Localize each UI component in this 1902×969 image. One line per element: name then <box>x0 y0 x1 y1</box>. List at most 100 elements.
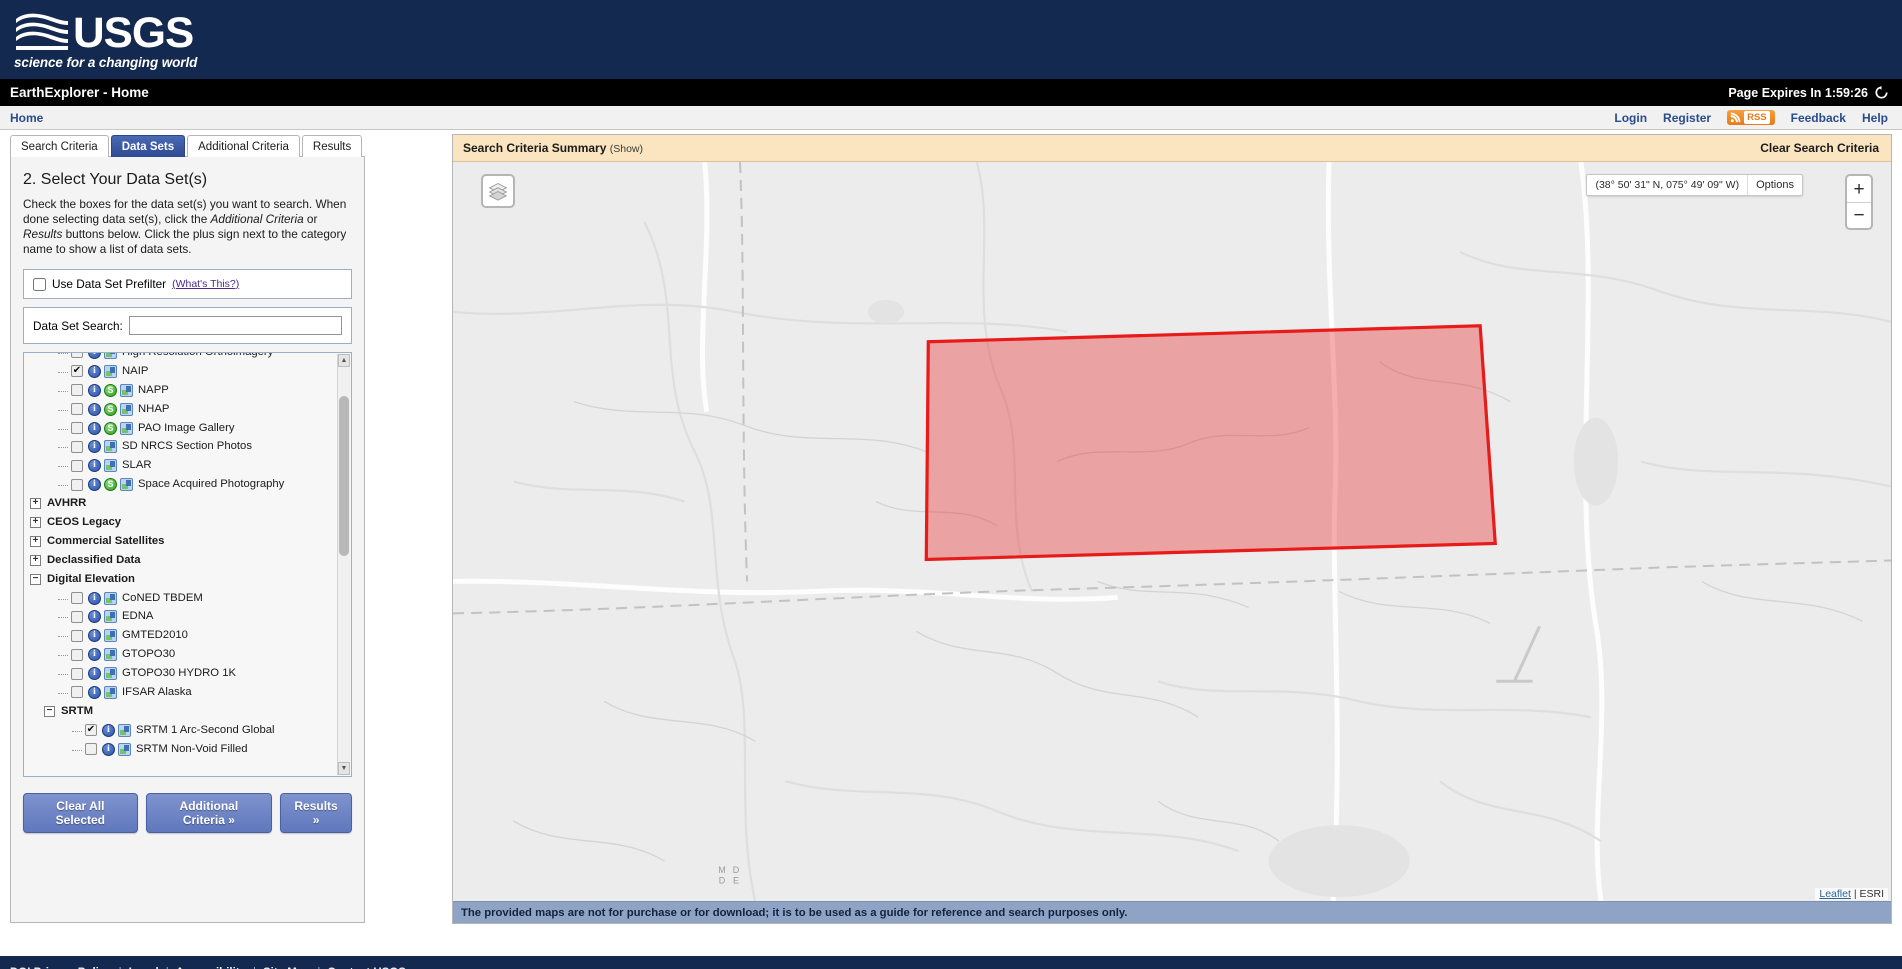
cost-icon[interactable] <box>104 421 117 435</box>
footprint-icon[interactable] <box>104 440 117 454</box>
info-icon[interactable] <box>88 685 101 699</box>
tree-dataset-row[interactable]: IFSAR Alaska <box>30 683 337 702</box>
tree-dataset-row[interactable]: SLAR <box>30 456 337 475</box>
expand-icon[interactable]: + <box>30 535 41 547</box>
tree-dataset-row[interactable]: CoNED TBDEM <box>30 589 337 608</box>
footprint-icon[interactable] <box>120 402 133 416</box>
footprint-icon[interactable] <box>104 629 117 643</box>
footprint-icon[interactable] <box>120 383 133 397</box>
tree-scroll-thumb[interactable] <box>339 396 349 556</box>
usgs-logo[interactable]: USGS science for a changing world <box>14 9 197 70</box>
tree-dataset-row[interactable]: NAIP <box>30 362 337 381</box>
map-options-button[interactable]: Options <box>1747 175 1802 195</box>
map-zoom-in-button[interactable]: + <box>1847 176 1871 202</box>
nav-link-register[interactable]: Register <box>1663 111 1711 125</box>
tree-dataset-row[interactable]: EDNA <box>30 607 337 626</box>
dataset-checkbox[interactable] <box>71 353 83 359</box>
footprint-icon[interactable] <box>120 421 133 435</box>
dataset-checkbox[interactable] <box>71 365 83 378</box>
dataset-checkbox[interactable] <box>71 686 83 699</box>
tree-dataset-row[interactable]: High Resolution Orthoimagery <box>30 353 337 362</box>
data-set-search-input[interactable] <box>128 316 342 335</box>
footprint-icon[interactable] <box>104 364 117 378</box>
tree-scroll-down-button[interactable]: ▼ <box>338 762 350 775</box>
dataset-checkbox[interactable] <box>85 724 97 737</box>
clear-search-criteria-link[interactable]: Clear Search Criteria <box>1760 141 1879 155</box>
footprint-icon[interactable] <box>104 610 117 624</box>
dataset-checkbox[interactable] <box>71 648 83 661</box>
dataset-checkbox[interactable] <box>71 422 83 434</box>
info-icon[interactable] <box>88 478 101 492</box>
cost-icon[interactable] <box>104 383 117 397</box>
tree-dataset-row[interactable]: Space Acquired Photography <box>30 475 337 494</box>
info-icon[interactable] <box>88 591 101 605</box>
dataset-checkbox[interactable] <box>71 440 83 453</box>
tree-category-row[interactable]: + CEOS Legacy <box>30 513 337 532</box>
nav-link-login[interactable]: Login <box>1614 111 1647 125</box>
dataset-checkbox[interactable] <box>71 403 83 416</box>
tab-data-sets[interactable]: Data Sets <box>110 135 186 157</box>
tree-dataset-row[interactable]: GTOPO30 HYDRO 1K <box>30 664 337 683</box>
expand-icon[interactable]: + <box>30 498 41 510</box>
dataset-checkbox[interactable] <box>71 592 83 605</box>
tree-category-row[interactable]: − SRTM <box>30 702 337 721</box>
collapse-icon[interactable]: − <box>30 573 41 585</box>
info-icon[interactable] <box>88 440 101 454</box>
search-criteria-show-link[interactable]: (Show) <box>610 143 643 155</box>
footprint-icon[interactable] <box>120 478 133 492</box>
tree-dataset-row[interactable]: GTOPO30 <box>30 645 337 664</box>
tab-search-criteria[interactable]: Search Criteria <box>10 135 109 157</box>
footprint-icon[interactable] <box>104 685 117 699</box>
map-canvas[interactable]: (38° 50' 31" N, 075° 49' 09" W) Options … <box>453 162 1891 901</box>
expand-icon[interactable]: + <box>30 554 41 566</box>
cost-icon[interactable] <box>104 402 117 416</box>
tree-scroll-up-button[interactable]: ▲ <box>338 354 350 367</box>
rss-button[interactable]: RSS <box>1727 110 1775 125</box>
info-icon[interactable] <box>88 629 101 643</box>
footprint-icon[interactable] <box>104 459 117 473</box>
tree-category-row[interactable]: − Digital Elevation <box>30 570 337 589</box>
dataset-checkbox[interactable] <box>71 667 83 680</box>
tree-category-row[interactable]: + Commercial Satellites <box>30 532 337 551</box>
info-icon[interactable] <box>88 667 101 681</box>
tree-dataset-row[interactable]: SRTM Non-Void Filled <box>30 740 337 759</box>
footprint-icon[interactable] <box>104 353 117 359</box>
prefilter-checkbox[interactable] <box>33 277 46 291</box>
info-icon[interactable] <box>88 610 101 624</box>
collapse-icon[interactable]: − <box>44 705 55 717</box>
refresh-icon[interactable] <box>1875 86 1888 99</box>
results-button[interactable]: Results » <box>280 793 352 833</box>
info-icon[interactable] <box>102 723 115 737</box>
tree-category-row[interactable]: + AVHRR <box>30 494 337 513</box>
tree-dataset-row[interactable]: NAPP <box>30 381 337 400</box>
prefilter-whats-this-link[interactable]: (What's This?) <box>172 278 239 290</box>
dataset-checkbox[interactable] <box>71 384 83 397</box>
tree-dataset-row[interactable]: PAO Image Gallery <box>30 419 337 438</box>
footprint-icon[interactable] <box>104 667 117 681</box>
clear-all-selected-button[interactable]: Clear All Selected <box>23 793 138 833</box>
tree-dataset-row[interactable]: GMTED2010 <box>30 626 337 645</box>
nav-link-help[interactable]: Help <box>1862 111 1888 125</box>
dataset-checkbox[interactable] <box>71 478 83 491</box>
info-icon[interactable] <box>88 383 101 397</box>
cost-icon[interactable] <box>104 478 117 492</box>
additional-criteria-button[interactable]: Additional Criteria » <box>145 793 273 833</box>
nav-link-feedback[interactable]: Feedback <box>1791 111 1846 125</box>
dataset-checkbox[interactable] <box>71 610 83 623</box>
tree-dataset-row[interactable]: SD NRCS Section Photos <box>30 437 337 456</box>
leaflet-attribution-link[interactable]: Leaflet <box>1819 888 1851 900</box>
tree-scrollbar[interactable]: ▲ ▼ <box>337 354 350 775</box>
map-layers-button[interactable] <box>481 174 515 208</box>
info-icon[interactable] <box>102 742 115 756</box>
tree-dataset-row[interactable]: NHAP <box>30 400 337 419</box>
footprint-icon[interactable] <box>118 742 131 756</box>
tree-category-row[interactable]: + Declassified Data <box>30 551 337 570</box>
tree-dataset-row[interactable]: SRTM 1 Arc-Second Global <box>30 721 337 740</box>
dataset-checkbox[interactable] <box>71 629 83 642</box>
footprint-icon[interactable] <box>104 648 117 662</box>
tab-results[interactable]: Results <box>301 135 363 157</box>
expand-icon[interactable]: + <box>30 516 41 528</box>
tab-additional-criteria[interactable]: Additional Criteria <box>187 135 300 157</box>
nav-link-home[interactable]: Home <box>10 111 43 125</box>
dataset-checkbox[interactable] <box>71 459 83 472</box>
